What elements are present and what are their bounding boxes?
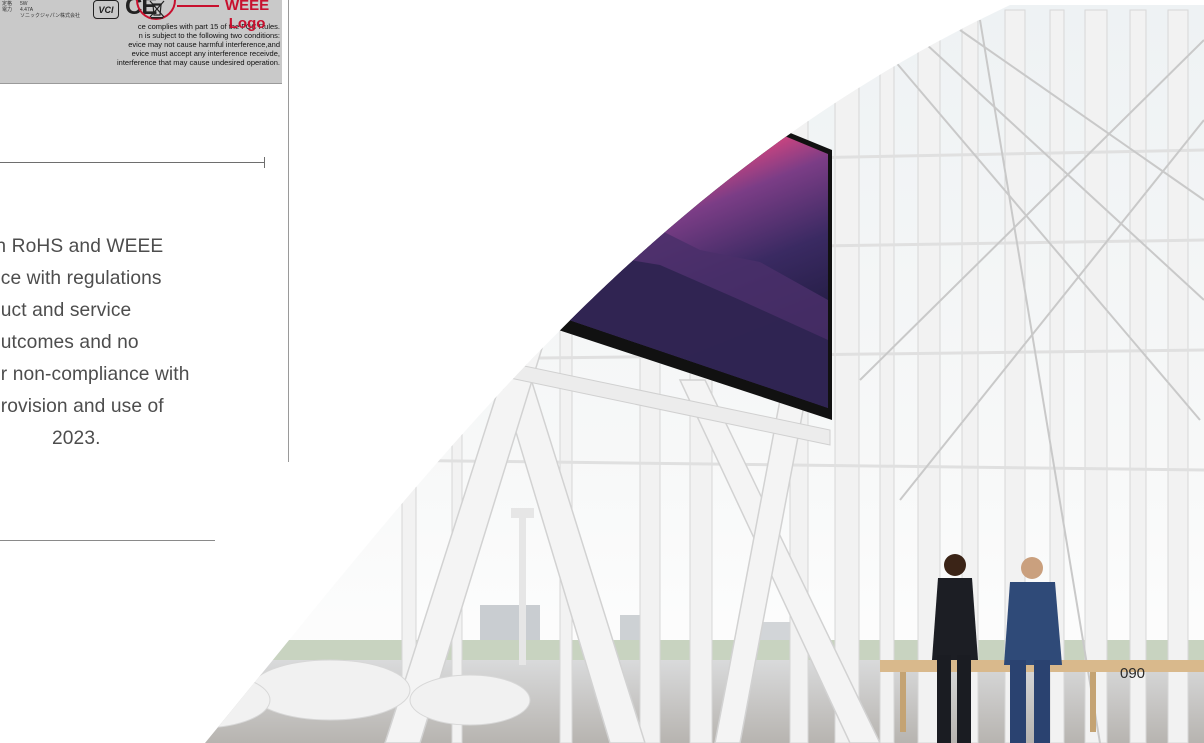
column-rule bbox=[288, 0, 289, 462]
body-line: outcomes and no bbox=[0, 332, 139, 353]
section-divider bbox=[0, 162, 264, 163]
bottom-divider bbox=[0, 540, 215, 541]
weee-caption-line1: WEEE bbox=[225, 0, 270, 14]
label-manufacturer: ソニックジャパン株式会社 bbox=[20, 13, 81, 19]
fcc-line: evice must accept any interference recei… bbox=[131, 49, 280, 58]
body-line: duct and service bbox=[0, 300, 132, 321]
body-line: nce with regulations bbox=[0, 268, 162, 289]
body-line: provision and use of bbox=[0, 396, 164, 417]
body-line: th RoHS and WEEE bbox=[0, 236, 164, 257]
vci-mark-icon: VCI bbox=[93, 0, 119, 19]
weee-callout-leader bbox=[177, 5, 219, 7]
fcc-line: interference that may cause undesired op… bbox=[116, 58, 280, 67]
weee-logo-caption: WEEE Logo bbox=[225, 0, 269, 33]
weee-caption-line2: Logo bbox=[228, 15, 266, 32]
fcc-line: evice may not cause harmful interference… bbox=[128, 40, 280, 49]
body-line: 2023. bbox=[52, 428, 101, 449]
body-line: or non-compliance with bbox=[0, 364, 190, 385]
label-power-key: 電力 bbox=[2, 7, 13, 13]
divider-end-tick bbox=[264, 157, 265, 168]
page-number: 090 bbox=[1120, 665, 1146, 682]
body-paragraph: th RoHS and WEEE nce with regulations du… bbox=[0, 231, 280, 455]
crossed-bin-icon bbox=[149, 0, 165, 19]
